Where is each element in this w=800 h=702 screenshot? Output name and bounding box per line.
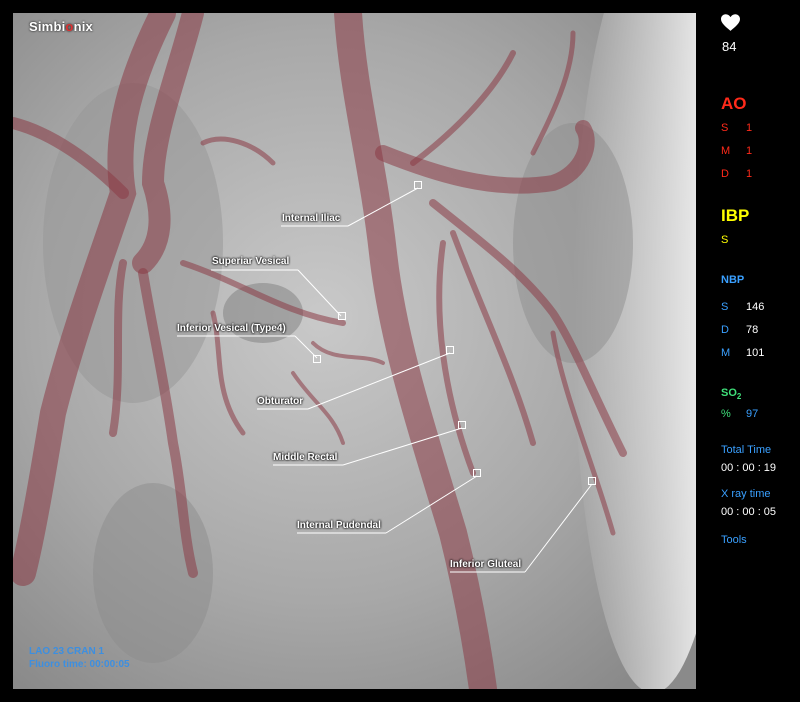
nbp-d-key: D [721,324,729,336]
marker-inferior-gluteal[interactable] [588,477,596,485]
simbionix-logo: Simbionix [29,19,93,34]
label-superior-vesical: Superiar Vesical [212,256,290,267]
marker-inferior-vesical[interactable] [313,355,321,363]
xray-time-label: X ray time [721,488,771,500]
label-internal-iliac: Internal Iliac [282,213,341,224]
ao-m-key: M [721,145,731,157]
tools-button[interactable]: Tools [721,534,747,546]
logo-text-part2: nix [73,19,93,34]
ibp-title: IBP [721,206,750,225]
nbp-d-value: 78 [746,324,759,336]
view-angle: LAO 23 CRAN 1 [29,646,105,657]
fluoroscopy-viewport[interactable]: Simbionix Internal Iliac Superiar Vesica… [13,13,696,689]
marker-obturator[interactable] [446,346,454,354]
nbp-title: NBP [721,274,745,286]
so2-key: % [721,408,731,420]
heart-rate-value: 84 [722,39,737,54]
ao-title: AO [721,94,747,113]
ao-d-value: 1 [746,168,753,180]
angiography-image [13,13,696,689]
label-inferior-gluteal: Inferior Gluteal [450,559,522,570]
nbp-m-key: M [721,347,731,359]
view-info: LAO 23 CRAN 1 Fluoro time: 00:00:05 [29,645,130,671]
so2-title-text: SO [721,387,737,399]
label-middle-rectal: Middle Rectal [273,452,338,463]
marker-superior-vesical[interactable] [338,312,346,320]
logo-text-dot: o [65,19,74,34]
logo-text-part1: Simbi [29,19,66,34]
label-inferior-vesical: Inferior Vesical (Type4) [177,323,286,334]
total-time-value: 00 : 00 : 19 [721,462,777,474]
so2-title: SO2 [721,387,741,401]
label-obturator: Obturator [257,396,304,407]
nbp-m-value: 101 [746,347,765,359]
xray-time-value: 00 : 00 : 05 [721,506,777,518]
so2-value: 97 [746,408,759,420]
marker-internal-pudendal[interactable] [473,469,481,477]
nbp-s-key: S [721,301,729,313]
ao-s-value: 1 [746,122,753,134]
fluoro-time: Fluoro time: 00:00:05 [29,659,130,670]
label-internal-pudendal: Internal Pudendal [297,520,381,531]
ao-m-value: 1 [746,145,753,157]
nbp-s-value: 146 [746,301,765,313]
marker-middle-rectal[interactable] [458,421,466,429]
ao-s-key: S [721,122,729,134]
marker-internal-iliac[interactable] [414,181,422,189]
ao-d-key: D [721,168,729,180]
heart-icon [721,14,740,31]
total-time-label: Total Time [721,444,772,456]
ibp-s-key: S [721,234,729,246]
so2-subscript: 2 [736,392,742,402]
